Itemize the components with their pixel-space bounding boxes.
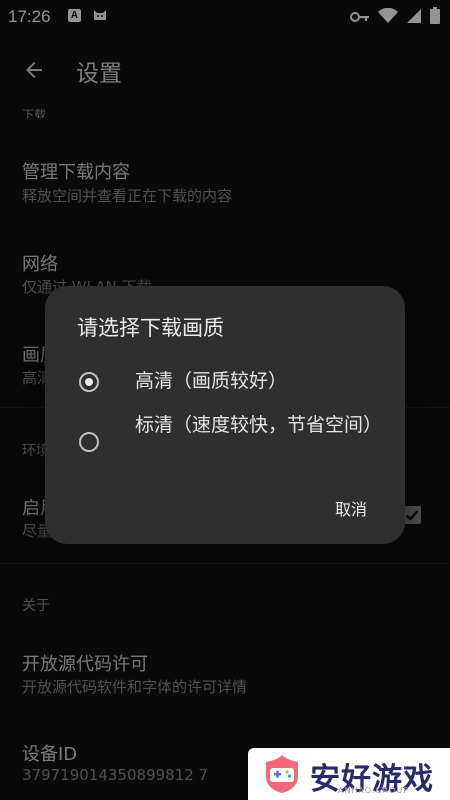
cancel-button[interactable]: 取消 <box>335 496 367 520</box>
gamepad-logo-icon <box>266 755 298 793</box>
dialog-title: 请选择下载画质 <box>77 316 224 340</box>
watermark-logo: 安好游戏 ANHAO.GROUP <box>248 748 450 800</box>
watermark-subtext: ANHAO.GROUP <box>338 786 410 795</box>
option-label: 高清（画质较好） <box>135 370 288 392</box>
radio-selected-icon[interactable] <box>79 372 99 392</box>
quality-dialog: 请选择下载画质 高清（画质较好） 标清（速度较快，节省空间） 取消 <box>45 286 405 544</box>
radio-unselected-icon[interactable] <box>79 432 99 452</box>
option-label: 标清（速度较快，节省空间） <box>135 414 383 436</box>
